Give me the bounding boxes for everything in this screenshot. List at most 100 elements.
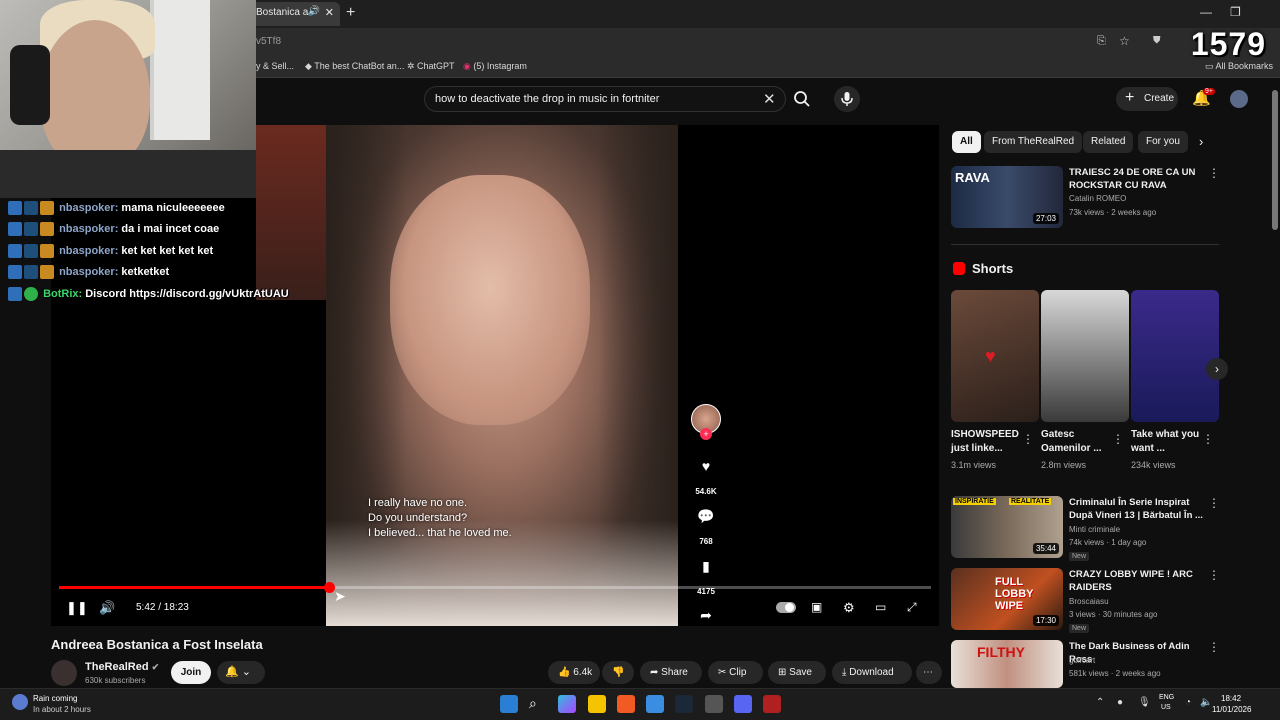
- wifi-icon[interactable]: ◔: [1185, 697, 1191, 708]
- save-label: Save: [789, 667, 812, 678]
- short-title[interactable]: Gatesc Oamenilor ...: [1041, 428, 1111, 456]
- rec-meta: 581k views · 2 weeks ago: [1069, 669, 1161, 678]
- brave-icon[interactable]: [617, 695, 635, 713]
- clock-date: 11/01/2026: [1212, 705, 1252, 714]
- pause-icon[interactable]: ❚❚: [66, 600, 88, 616]
- chip-from-channel[interactable]: From TheRealRed: [984, 131, 1083, 153]
- bookmark-chatgpt[interactable]: ✲ ChatGPT: [407, 61, 455, 72]
- clip-button[interactable]: ✂ Clip: [708, 661, 763, 684]
- rec-title[interactable]: CRAZY LOBBY WIPE ! ARC RAIDERS: [1069, 568, 1204, 594]
- autoplay-toggle[interactable]: [776, 602, 796, 613]
- more-options-icon[interactable]: ⋮: [1208, 568, 1220, 582]
- save-icon: ⊞: [778, 667, 787, 678]
- bookmark-chatbot[interactable]: ◆ The best ChatBot an...: [305, 61, 404, 72]
- tab-close-icon[interactable]: ✕: [325, 6, 334, 19]
- short-thumbnail[interactable]: ♥: [951, 290, 1039, 422]
- subscribed-bell-button[interactable]: 🔔 ⌄: [217, 661, 265, 684]
- search-taskbar-icon[interactable]: ⌕: [529, 695, 547, 713]
- rec-channel[interactable]: Catalin ROMEO: [1069, 194, 1126, 203]
- weather-icon[interactable]: [12, 694, 28, 710]
- download-button[interactable]: ⤓ Download: [832, 661, 912, 684]
- install-icon[interactable]: ⎘: [1097, 35, 1106, 48]
- save-button[interactable]: ⊞ Save: [768, 661, 826, 684]
- channel-name[interactable]: TheRealRed ✔: [85, 661, 159, 673]
- chip-related[interactable]: Related: [1083, 131, 1134, 153]
- extension-icon[interactable]: ⛊: [1153, 35, 1161, 46]
- clock-time[interactable]: 18:42: [1221, 694, 1241, 703]
- rec-title[interactable]: TRAIESC 24 DE ORE CA UN ROCKSTAR CU RAVA: [1069, 166, 1204, 192]
- windows-start-icon[interactable]: [500, 695, 518, 713]
- create-button[interactable]: + Create: [1116, 87, 1178, 111]
- like-button[interactable]: 👍 6.4k: [548, 661, 600, 684]
- more-options-icon[interactable]: ⋮: [1208, 496, 1220, 510]
- short-thumbnail[interactable]: [1131, 290, 1219, 422]
- short-views: 3.1m views: [951, 460, 997, 470]
- dislike-button[interactable]: 👎: [602, 661, 634, 684]
- new-tab-button[interactable]: +: [346, 4, 355, 22]
- steam-icon[interactable]: [675, 695, 693, 713]
- rec-channel[interactable]: Minti criminale: [1069, 525, 1120, 534]
- language[interactable]: ENG: [1159, 694, 1174, 701]
- chip-for-you[interactable]: For you: [1138, 131, 1188, 153]
- app-icon[interactable]: [705, 695, 723, 713]
- chevron-right-icon[interactable]: ›: [1199, 134, 1203, 149]
- bookmarks-bar: [250, 56, 1280, 78]
- headphones-icon: [10, 45, 50, 125]
- more-options-icon[interactable]: ⋮: [1202, 432, 1214, 446]
- scrollbar[interactable]: [1272, 90, 1278, 230]
- chat-message: nbaspoker: mama niculeeeeeee: [8, 201, 225, 215]
- search-icon[interactable]: [793, 90, 811, 108]
- bookmark-star-icon[interactable]: ☆: [1119, 34, 1130, 48]
- voice-search-button[interactable]: [834, 86, 860, 112]
- more-actions-button[interactable]: ⋯: [916, 661, 942, 684]
- theater-mode-icon[interactable]: ▭: [875, 600, 886, 614]
- weather-title[interactable]: Rain coming: [33, 694, 77, 703]
- tray-chevron-icon[interactable]: ⌃: [1096, 697, 1104, 708]
- file-explorer-icon[interactable]: [588, 695, 606, 713]
- rec-channel[interactable]: golfcart: [1069, 656, 1095, 665]
- video-thumbnail[interactable]: RAVA 27:03: [951, 166, 1063, 228]
- copilot-icon[interactable]: [558, 695, 576, 713]
- rec-title[interactable]: Criminalul În Serie Inspirat După Vineri…: [1069, 496, 1204, 522]
- more-options-icon[interactable]: ⋮: [1208, 166, 1220, 180]
- share-button[interactable]: ➦ Share: [640, 661, 702, 684]
- search-input[interactable]: how to deactivate the drop in music in f…: [435, 93, 659, 105]
- microphone-icon[interactable]: 🎙: [1138, 697, 1151, 708]
- short-title[interactable]: Take what you want ...: [1131, 428, 1201, 456]
- channel-avatar[interactable]: [51, 660, 77, 686]
- tray-app-icon[interactable]: ●: [1117, 697, 1123, 708]
- account-avatar[interactable]: [1230, 90, 1248, 108]
- chip-all[interactable]: All: [952, 131, 981, 153]
- fullscreen-icon[interactable]: ⤢: [907, 600, 917, 615]
- browser-tab[interactable]: Bostanica a F 🔊 ✕: [250, 2, 340, 26]
- video-thumbnail[interactable]: FILTHY: [951, 640, 1063, 688]
- time-display: 5:42 / 18:23: [136, 602, 189, 613]
- captions-icon[interactable]: ▣: [811, 600, 822, 614]
- settings-gear-icon[interactable]: ⚙: [843, 600, 855, 616]
- chrome-icon[interactable]: [646, 695, 664, 713]
- volume-icon[interactable]: 🔊: [99, 600, 115, 616]
- restore-icon[interactable]: ❐: [1230, 5, 1241, 19]
- clear-search-icon[interactable]: ✕: [763, 90, 776, 108]
- more-options-icon[interactable]: ⋮: [1112, 432, 1124, 446]
- video-thumbnail[interactable]: INSPIRATIE REALITATE 35:44: [951, 496, 1063, 558]
- rec-channel[interactable]: Broscaiasu: [1069, 597, 1109, 606]
- badge-icon: [40, 201, 54, 215]
- url-text[interactable]: v5Tf8: [256, 36, 281, 47]
- speaker-icon[interactable]: 🔈: [1200, 697, 1212, 708]
- video-thumbnail[interactable]: FULL LOBBY WIPE 17:30: [951, 568, 1063, 630]
- more-options-icon[interactable]: ⋮: [1022, 432, 1034, 446]
- chat-text: Discord https://discord.gg/vUktrAtUAU: [85, 287, 289, 300]
- join-button[interactable]: Join: [171, 661, 211, 684]
- bookmark-1[interactable]: y & Sell...: [256, 61, 294, 71]
- app-icon[interactable]: [763, 695, 781, 713]
- tab-audio-icon[interactable]: 🔊: [308, 6, 320, 17]
- discord-icon[interactable]: [734, 695, 752, 713]
- badge-icon: [24, 201, 38, 215]
- minimize-icon[interactable]: —: [1200, 5, 1212, 19]
- bookmark-instagram[interactable]: ◉ (5) Instagram: [463, 61, 527, 72]
- short-thumbnail[interactable]: [1041, 290, 1129, 422]
- shorts-next-button[interactable]: ›: [1206, 358, 1228, 380]
- more-options-icon[interactable]: ⋮: [1208, 640, 1220, 654]
- short-title[interactable]: ISHOWSPEED just linke...: [951, 428, 1021, 456]
